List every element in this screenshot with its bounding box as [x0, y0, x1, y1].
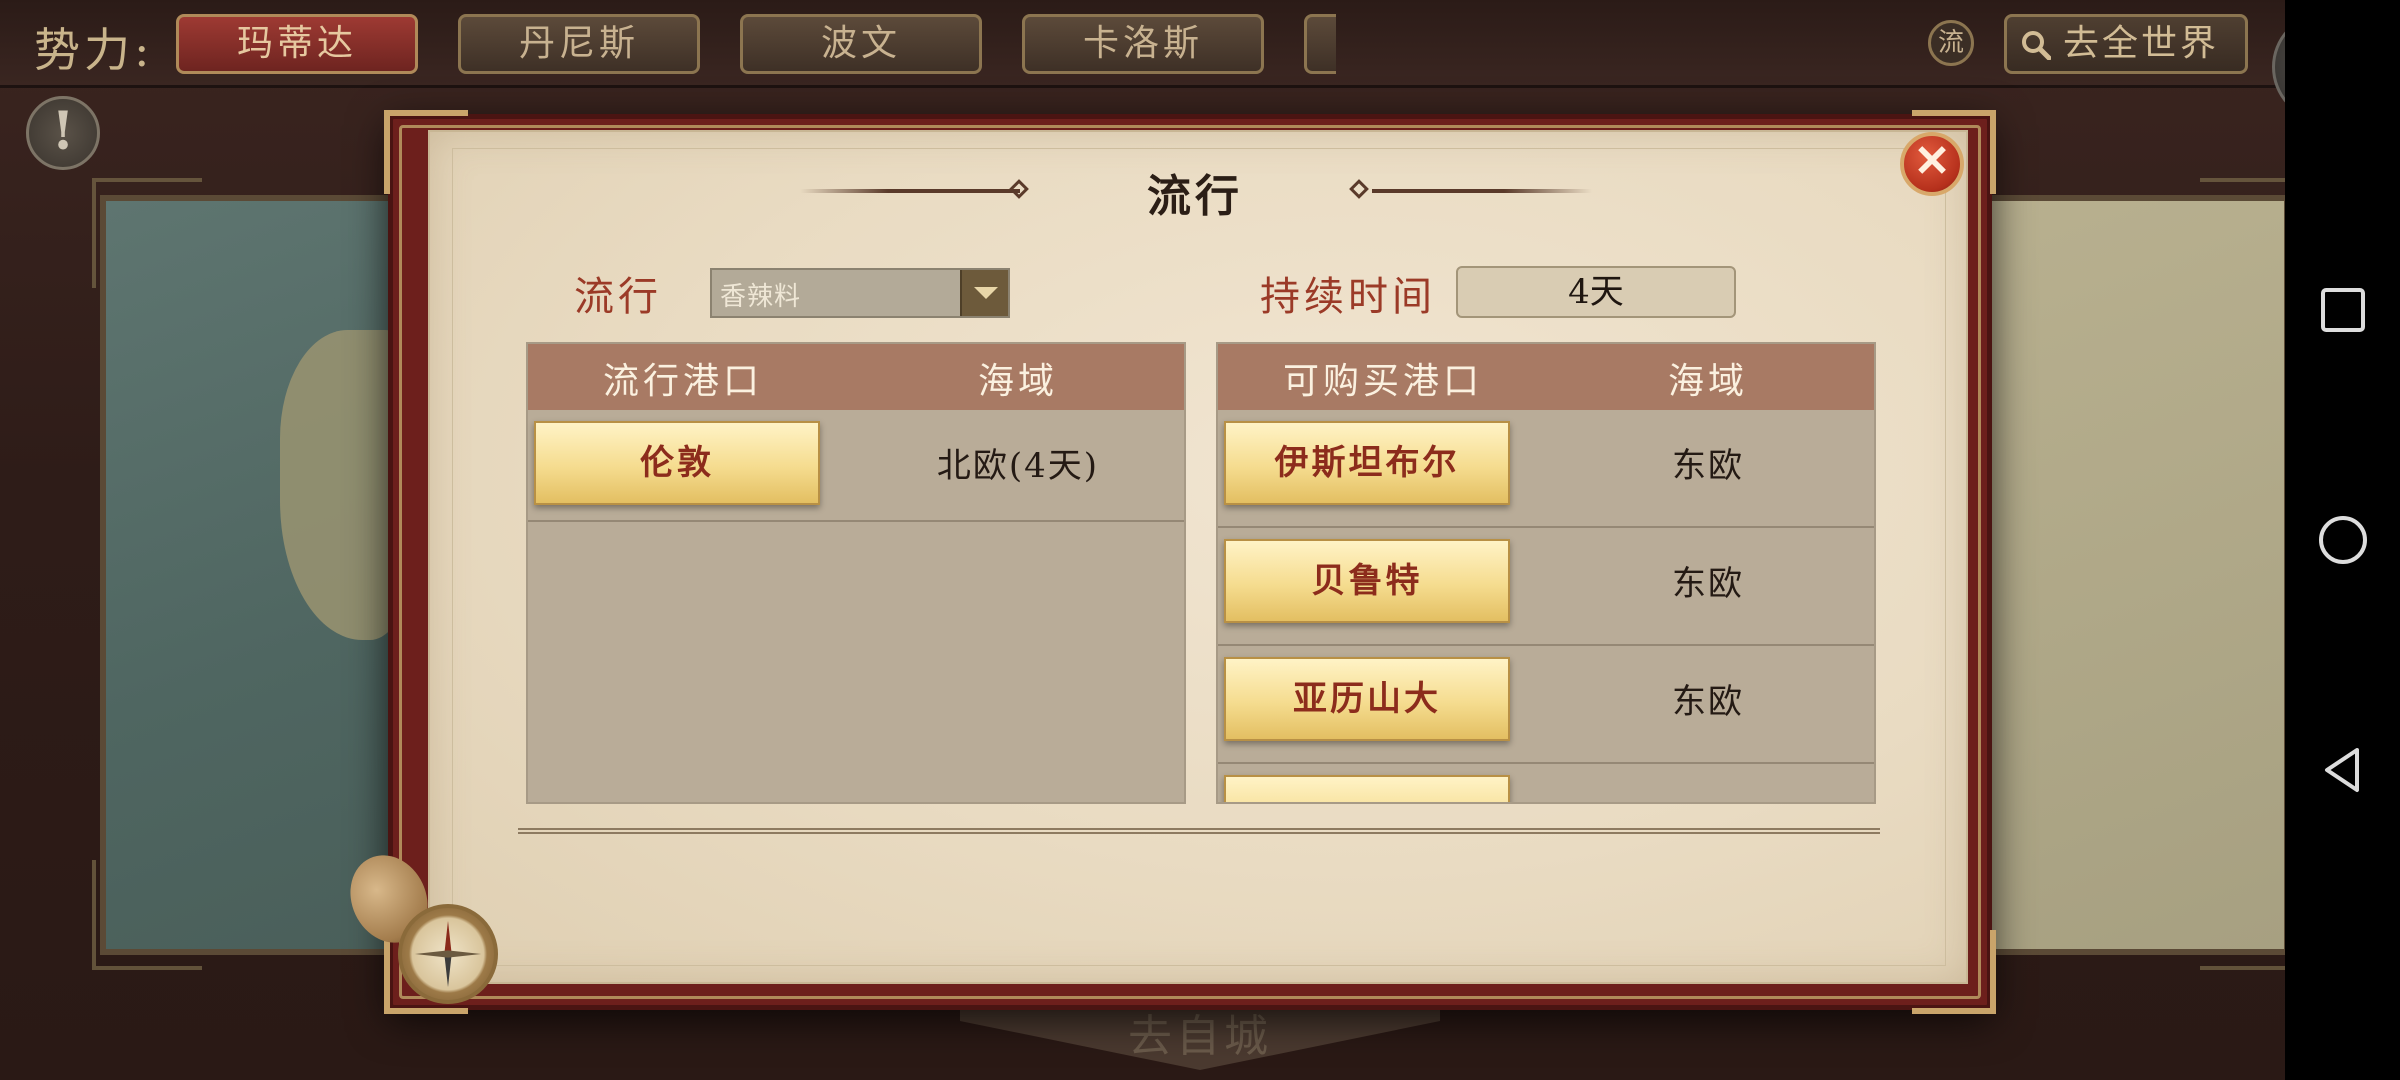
dialog-corner-ornament	[1912, 930, 1996, 1014]
column-header-port: 流行港口	[602, 361, 763, 402]
android-navigation-bar	[2285, 0, 2400, 1080]
port-button[interactable]: 贝鲁特	[1224, 539, 1510, 623]
port-button[interactable]: 伊斯坦布尔	[1224, 421, 1510, 505]
duration-label: 持续时间	[1260, 274, 1436, 320]
square-icon[interactable]	[2315, 282, 2371, 338]
purchase-ports-table: 可购买港口 海域 伊斯坦布尔 东欧 贝鲁特 东欧 亚历山大 东欧	[1216, 342, 1876, 804]
chevron-down-icon[interactable]	[960, 270, 1008, 316]
background-map-right	[1960, 195, 2290, 955]
trend-label: 流行	[574, 274, 662, 320]
compass-needle	[414, 920, 482, 988]
trend-dropdown-value: 香辣料	[720, 282, 802, 312]
title-ornament-right	[1372, 189, 1592, 193]
faction-tab-3[interactable]: 波文	[740, 14, 982, 74]
table-header: 可购买港口 海域	[1218, 344, 1874, 410]
port-button[interactable]	[1224, 775, 1510, 802]
column-header-sea: 海域	[977, 361, 1058, 402]
table-row	[1218, 764, 1874, 802]
triangle-icon[interactable]	[2315, 742, 2371, 798]
faction-tab-partial[interactable]	[1304, 14, 1336, 74]
port-button[interactable]: 亚历山大	[1224, 657, 1510, 741]
port-button[interactable]: 伦敦	[534, 421, 820, 505]
table-header: 流行港口 海域	[528, 344, 1184, 410]
dialog-title: 流行	[1147, 171, 1243, 222]
trend-badge[interactable]: 流	[1928, 20, 1974, 66]
table-row: 贝鲁特 东欧	[1218, 528, 1874, 646]
faction-tab-1[interactable]: 玛蒂达	[176, 14, 418, 74]
trend-dropdown[interactable]: 香辣料	[710, 268, 1010, 318]
sea-cell: 东欧	[1672, 564, 1744, 604]
table-row: 伦敦 北欧(4天)	[528, 410, 1184, 522]
sea-cell: 北欧(4天)	[936, 446, 1100, 486]
column-header-port: 可购买港口	[1282, 361, 1483, 402]
world-button[interactable]: 去全世界	[2004, 14, 2248, 74]
close-button[interactable]: ✕	[1900, 132, 1964, 196]
sea-cell: 东欧	[1672, 682, 1744, 722]
divider	[518, 828, 1880, 834]
trend-ports-table: 流行港口 海域 伦敦 北欧(4天)	[526, 342, 1186, 804]
world-button-label: 去全世界	[2063, 23, 2220, 64]
faction-bar: 势力: 玛蒂达 丹尼斯 波文 卡洛斯 流 去全世界	[0, 0, 2285, 88]
duration-value: 4天	[1456, 266, 1736, 318]
sea-cell: 东欧	[1672, 446, 1744, 486]
alert-icon[interactable]: !	[26, 96, 100, 170]
column-header-sea: 海域	[1667, 361, 1748, 402]
compass-icon	[398, 904, 498, 1004]
table-row: 亚历山大 东欧	[1218, 646, 1874, 764]
title-ornament-left	[800, 189, 1020, 193]
faction-tab-2[interactable]: 丹尼斯	[458, 14, 700, 74]
table-row: 伊斯坦布尔 东欧	[1218, 410, 1874, 528]
frame-ornament	[92, 860, 202, 970]
dialog-corner-ornament	[384, 110, 468, 194]
frame-ornament	[92, 178, 202, 288]
faction-label: 势力:	[34, 23, 154, 77]
faction-tab-4[interactable]: 卡洛斯	[1022, 14, 1264, 74]
search-icon	[2022, 31, 2051, 60]
circle-icon[interactable]	[2315, 512, 2371, 568]
